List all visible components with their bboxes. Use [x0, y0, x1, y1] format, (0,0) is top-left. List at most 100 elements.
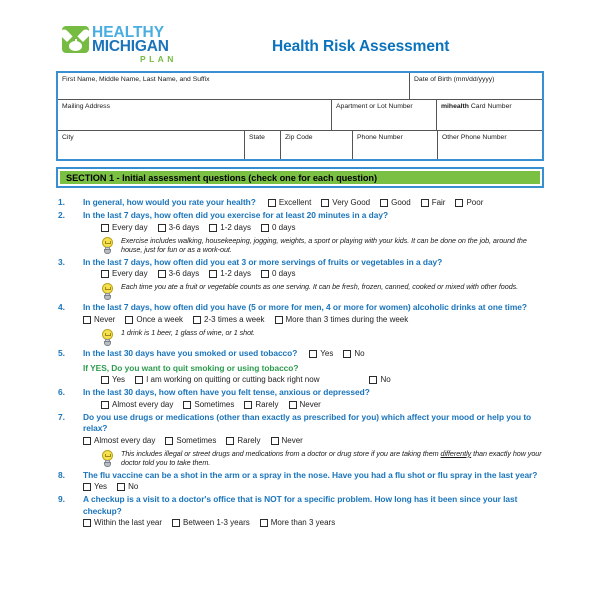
- checkbox-icon[interactable]: [83, 519, 91, 527]
- option-4-3[interactable]: More than 3 times during the week: [274, 314, 409, 326]
- checkbox-icon[interactable]: [101, 376, 109, 384]
- option-1-0[interactable]: Excellent: [267, 197, 312, 209]
- info-field[interactable]: Date of Birth (mm/dd/yyyy): [409, 73, 542, 99]
- info-field[interactable]: City: [58, 131, 244, 159]
- option-3-1[interactable]: 3-6 days: [157, 268, 199, 280]
- option-6-1[interactable]: Sometimes: [183, 399, 234, 411]
- question-options: Almost every day Sometimes Rarely Never: [83, 399, 548, 411]
- option-label: More than 3 times during the week: [285, 314, 409, 324]
- checkbox-icon[interactable]: [369, 376, 378, 384]
- option-2-1[interactable]: 3-6 days: [157, 222, 200, 234]
- option-5-1[interactable]: No: [343, 348, 365, 360]
- option-7-3[interactable]: Never: [270, 435, 303, 447]
- option-8-0[interactable]: Yes: [83, 481, 107, 493]
- option-2-2[interactable]: 1-2 days: [209, 222, 251, 234]
- option-7-0[interactable]: Almost every day: [83, 435, 155, 447]
- question-body: The flu vaccine can be a shot in the arm…: [83, 470, 548, 494]
- checkbox-icon[interactable]: [226, 436, 235, 445]
- checkbox-icon[interactable]: [135, 376, 144, 384]
- checkbox-icon[interactable]: [125, 315, 134, 324]
- option-label: Excellent: [278, 198, 312, 207]
- checkbox-icon[interactable]: [165, 436, 174, 445]
- checkbox-icon[interactable]: [343, 349, 352, 358]
- option-4-1[interactable]: Once a week: [125, 314, 183, 326]
- bulb-filament-icon-part: [104, 332, 111, 336]
- info-field[interactable]: State: [244, 131, 280, 159]
- question-number: 2.: [58, 210, 65, 220]
- option-3-3[interactable]: 0 days: [260, 268, 296, 280]
- option-6-2[interactable]: Rarely: [244, 399, 279, 411]
- option-1-2[interactable]: Good: [380, 197, 411, 209]
- checkbox-icon[interactable]: [380, 199, 389, 207]
- option-3-0[interactable]: Every day: [101, 268, 148, 280]
- info-field[interactable]: Zip Code: [280, 131, 352, 159]
- checkbox-icon[interactable]: [209, 223, 218, 232]
- option-1-3[interactable]: Fair: [420, 197, 445, 209]
- subquestion-text: If YES, Do you want to quit smoking or u…: [83, 362, 299, 373]
- option-4-0[interactable]: Never: [83, 314, 115, 326]
- option-9-1[interactable]: Between 1-3 years: [172, 517, 250, 529]
- checkbox-icon[interactable]: [157, 223, 166, 232]
- checkbox-icon[interactable]: [244, 400, 253, 409]
- checkbox-icon[interactable]: [101, 270, 109, 278]
- option-label: 3-6 days: [168, 222, 200, 232]
- option-5sub-0[interactable]: Yes: [101, 374, 125, 386]
- checkbox-icon[interactable]: [172, 519, 181, 527]
- option-7-1[interactable]: Sometimes: [165, 435, 216, 447]
- option-label: Rarely: [255, 399, 279, 409]
- checkbox-icon[interactable]: [274, 315, 283, 324]
- checkbox-icon[interactable]: [83, 483, 91, 491]
- info-field[interactable]: mihealth Card Number: [436, 100, 542, 130]
- option-6-3[interactable]: Never: [288, 399, 321, 411]
- checkbox-icon[interactable]: [260, 223, 269, 232]
- logo-text-plan: PLAN: [140, 54, 177, 64]
- info-field[interactable]: Apartment or Lot Number: [331, 100, 436, 130]
- info-field[interactable]: First Name, Middle Name, Last Name, and …: [58, 73, 409, 99]
- option-9-2[interactable]: More than 3 years: [259, 517, 335, 529]
- checkbox-icon[interactable]: [321, 199, 330, 207]
- option-4-2[interactable]: 2-3 times a week: [193, 314, 265, 326]
- option-1-1[interactable]: Very Good: [321, 197, 370, 209]
- checkbox-icon[interactable]: [193, 315, 202, 324]
- checkbox-icon[interactable]: [259, 519, 268, 527]
- checkbox-icon[interactable]: [183, 400, 192, 409]
- option-2-0[interactable]: Every day: [101, 222, 148, 234]
- checkbox-icon[interactable]: [83, 315, 91, 324]
- checkbox-icon[interactable]: [420, 199, 429, 207]
- option-5sub-2[interactable]: No: [369, 374, 391, 386]
- checkbox-icon[interactable]: [209, 270, 218, 278]
- checkbox-icon[interactable]: [267, 199, 276, 207]
- checkbox-icon[interactable]: [101, 223, 109, 232]
- checkbox-icon[interactable]: [288, 400, 297, 409]
- checkbox-icon[interactable]: [83, 436, 91, 445]
- option-label: Sometimes: [176, 435, 217, 445]
- option-6-0[interactable]: Almost every day: [101, 399, 173, 411]
- info-field[interactable]: Phone Number: [352, 131, 437, 159]
- option-8-1[interactable]: No: [117, 481, 138, 493]
- question-text: In the last 30 days, how often have you …: [83, 387, 370, 397]
- option-7-2[interactable]: Rarely: [226, 435, 261, 447]
- option-label: Never: [94, 314, 116, 324]
- question-number: 7.: [58, 411, 65, 422]
- checkbox-icon[interactable]: [260, 270, 269, 278]
- checkbox-icon[interactable]: [309, 349, 318, 358]
- option-label: Good: [391, 198, 411, 207]
- checkbox-icon[interactable]: [455, 199, 464, 207]
- option-3-2[interactable]: 1-2 days: [209, 268, 251, 280]
- checkbox-icon[interactable]: [101, 400, 109, 409]
- info-field[interactable]: Other Phone Number: [437, 131, 542, 159]
- checkbox-icon[interactable]: [157, 270, 166, 278]
- subquestion-options: Yes I am working on quitting or cutting b…: [83, 374, 548, 386]
- question-2: 2. In the last 7 days, how often did you …: [56, 210, 548, 255]
- checkbox-icon[interactable]: [117, 483, 126, 491]
- option-5-0[interactable]: Yes: [309, 348, 333, 360]
- option-5sub-1[interactable]: I am working on quitting or cutting back…: [135, 374, 319, 386]
- option-1-4[interactable]: Poor: [455, 197, 483, 209]
- question-number: 4.: [58, 302, 65, 312]
- option-2-3[interactable]: 0 days: [260, 222, 296, 234]
- option-9-0[interactable]: Within the last year: [83, 517, 162, 529]
- option-label: Yes: [320, 348, 334, 358]
- info-field[interactable]: Mailing Address: [58, 100, 331, 130]
- question-options: Every day 3-6 days 1-2 days 0 days: [83, 268, 548, 280]
- checkbox-icon[interactable]: [270, 436, 279, 445]
